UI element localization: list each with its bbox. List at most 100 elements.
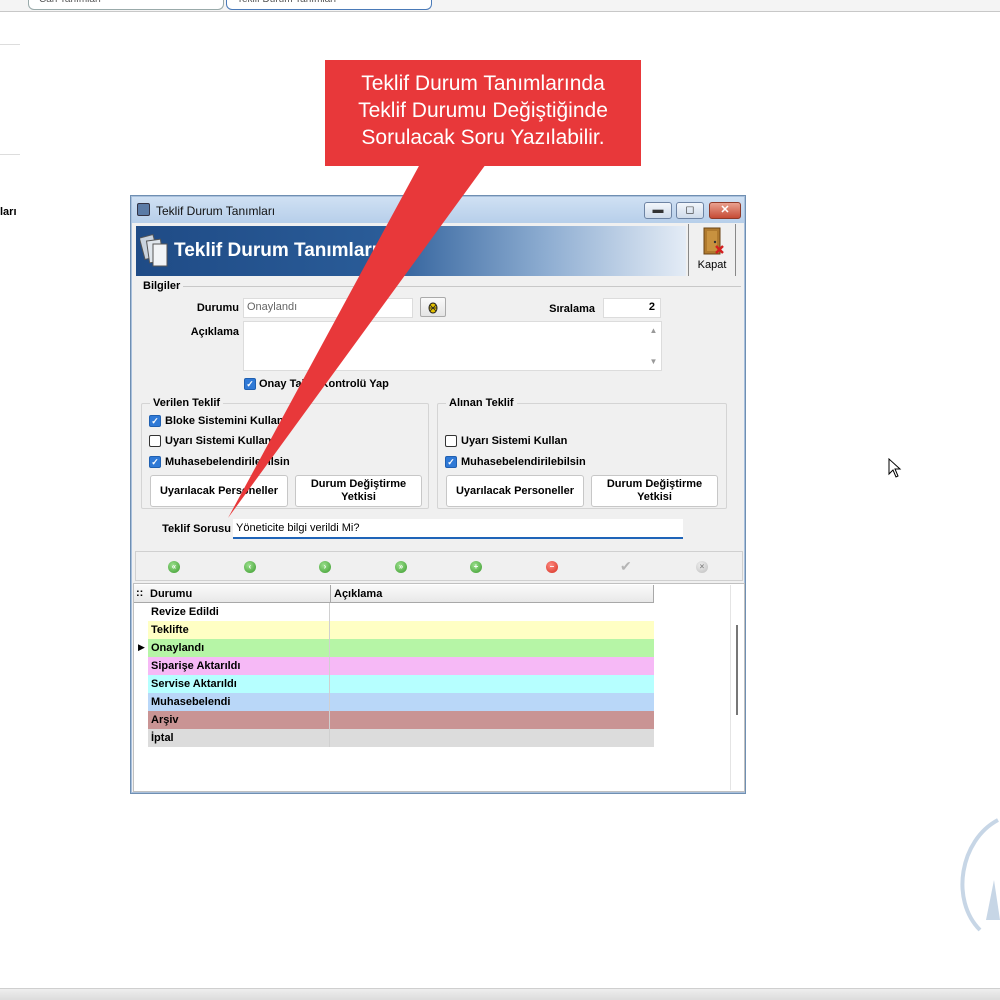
section-divider — [183, 286, 741, 287]
table-row[interactable]: Arşiv — [148, 711, 654, 729]
durumu-label: Durumu — [196, 302, 239, 314]
alinan-muhasebelendirilebilsin-checkbox[interactable]: ✓ — [445, 456, 457, 468]
post-record-icon[interactable]: ✔ — [620, 558, 632, 575]
cell-aciklama[interactable] — [330, 603, 654, 621]
table-row[interactable]: Siparişe Aktarıldı — [148, 657, 654, 675]
alinan-uyarilacak-personeller-button[interactable]: Uyarılacak Personeller — [446, 475, 584, 507]
alinan-durum-degistirme-yetkisi-button[interactable]: Durum Değiştirme Yetkisi — [591, 475, 718, 507]
button-label-line: Durum Değiştirme — [310, 478, 407, 490]
alinan-uyari-sistemi-label: Uyarı Sistemi Kullan — [461, 435, 568, 447]
bilgiler-section-title: Bilgiler — [143, 280, 181, 292]
bug-lookup-icon — [428, 302, 438, 314]
close-button[interactable]: ✕ — [709, 202, 741, 219]
minimize-button[interactable]: ▬ — [644, 202, 672, 219]
app-icon — [137, 203, 150, 216]
cell-aciklama[interactable] — [330, 639, 654, 657]
callout-line: Sorulacak Soru Yazılabilir. — [361, 126, 605, 149]
table-row[interactable]: Onaylandı — [148, 639, 654, 657]
alinan-muhasebelendirilebilsin-label: Muhasebelendirilebilsin — [461, 456, 586, 468]
delete-record-icon[interactable]: – — [546, 561, 558, 573]
cell-durumu[interactable]: Teklifte — [148, 621, 330, 639]
taskbar — [0, 988, 1000, 1000]
teklif-sorusu-label: Teklif Sorusu — [162, 523, 231, 535]
scroll-up-icon[interactable]: ▲ — [646, 326, 661, 335]
column-separator[interactable] — [653, 585, 654, 603]
current-row-indicator-icon: ▶ — [138, 642, 145, 652]
window-titlebar[interactable]: Teklif Durum Tanımları ▬ ◻ ✕ — [132, 197, 744, 223]
aciklama-label: Açıklama — [190, 326, 239, 338]
background-divider — [0, 154, 20, 155]
durum-grid: :: Durumu Açıklama Revize Edildi Teklifte… — [133, 583, 745, 792]
record-navigator: « ‹ › » + – ✔ × — [135, 551, 743, 581]
cell-durumu[interactable]: Servise Aktarıldı — [148, 675, 330, 693]
column-header-aciklama[interactable]: Açıklama — [334, 588, 382, 600]
table-row[interactable]: İptal — [148, 729, 654, 747]
document-stack-icon — [140, 233, 168, 267]
aciklama-memo[interactable]: ▲ ▼ — [243, 321, 662, 371]
lookup-button[interactable] — [420, 297, 446, 317]
durumu-field[interactable]: Onaylandı — [243, 298, 413, 318]
cell-durumu[interactable]: Muhasebelendi — [148, 693, 330, 711]
mouse-cursor-icon — [888, 458, 902, 478]
grid-indicator-header: :: — [136, 587, 144, 599]
grid-header: :: Durumu Açıklama — [134, 585, 654, 603]
verilen-teklif-group: Verilen Teklif ✓ Bloke Sistemini Kullan … — [141, 397, 429, 509]
callout-line: Teklif Durum Tanımlarında — [361, 72, 605, 95]
onay-takip-checkbox[interactable]: ✓ — [244, 378, 256, 390]
column-header-durumu[interactable]: Durumu — [150, 588, 192, 600]
column-separator[interactable] — [330, 585, 331, 603]
uyarilacak-personeller-button[interactable]: Uyarılacak Personeller — [150, 475, 288, 507]
cancel-record-icon[interactable]: × — [696, 561, 708, 573]
cell-aciklama[interactable] — [330, 711, 654, 729]
cell-durumu[interactable]: İptal — [148, 729, 330, 747]
background-tab-cari[interactable]: Cari Tanımları — [28, 0, 224, 10]
tooltip-callout: Teklif Durum Tanımlarında Teklif Durumu … — [325, 60, 641, 166]
table-row[interactable]: Servise Aktarıldı — [148, 675, 654, 693]
button-label-line: Yetkisi — [637, 491, 672, 503]
maximize-button[interactable]: ◻ — [676, 202, 704, 219]
durum-degistirme-yetkisi-button[interactable]: Durum Değiştirme Yetkisi — [295, 475, 422, 507]
memo-scrollbar[interactable]: ▲ ▼ — [646, 322, 661, 370]
insert-record-icon[interactable]: + — [470, 561, 482, 573]
cell-durumu[interactable]: Revize Edildi — [148, 603, 330, 621]
alinan-uyari-sistemi-checkbox[interactable] — [445, 435, 457, 447]
uyari-sistemi-label: Uyarı Sistemi Kullan — [165, 435, 272, 447]
bloke-sistemi-checkbox[interactable]: ✓ — [149, 415, 161, 427]
cell-aciklama[interactable] — [330, 693, 654, 711]
background-tab-teklif-durum[interactable]: Teklif Durum Tanımları — [226, 0, 432, 10]
siralama-field[interactable]: 2 — [603, 298, 661, 318]
table-row[interactable]: Teklifte — [148, 621, 654, 639]
cell-aciklama[interactable] — [330, 657, 654, 675]
verilen-teklif-title: Verilen Teklif — [150, 397, 224, 409]
last-record-icon[interactable]: » — [395, 561, 407, 573]
next-record-icon[interactable]: › — [319, 561, 331, 573]
scrollbar-thumb[interactable] — [736, 625, 738, 715]
muhasebelendirilebilsin-label: Muhasebelendirilebilsin — [165, 456, 290, 468]
button-label-line: Durum Değiştirme — [606, 478, 703, 490]
cell-durumu[interactable]: Siparişe Aktarıldı — [148, 657, 330, 675]
grid-scrollbar[interactable] — [730, 585, 744, 790]
cell-durumu[interactable]: Arşiv — [148, 711, 330, 729]
background-partial-label: ları — [0, 206, 17, 218]
onay-takip-label: Onay Takip Kontrolü Yap — [259, 378, 389, 390]
exit-door-icon — [703, 227, 724, 255]
table-row[interactable]: Revize Edildi — [148, 603, 654, 621]
kapat-button[interactable]: Kapat — [688, 224, 736, 276]
table-row[interactable]: Muhasebelendi — [148, 693, 654, 711]
alinan-teklif-title: Alınan Teklif — [446, 397, 517, 409]
button-label-line: Yetkisi — [341, 491, 376, 503]
kapat-label: Kapat — [697, 259, 727, 271]
form-header: Teklif Durum Tanımları — [136, 226, 686, 276]
first-record-icon[interactable]: « — [168, 561, 180, 573]
teklif-sorusu-input[interactable]: Yöneticite bilgi verildi Mi? — [233, 519, 683, 539]
cell-durumu[interactable]: Onaylandı — [148, 639, 330, 657]
uyari-sistemi-checkbox[interactable] — [149, 435, 161, 447]
alinan-teklif-group: Alınan Teklif Uyarı Sistemi Kullan ✓ Muh… — [437, 397, 727, 509]
prior-record-icon[interactable]: ‹ — [244, 561, 256, 573]
cell-aciklama[interactable] — [330, 621, 654, 639]
cell-aciklama[interactable] — [330, 729, 654, 747]
siralama-label: Sıralama — [549, 303, 595, 315]
muhasebelendirilebilsin-checkbox[interactable]: ✓ — [149, 456, 161, 468]
cell-aciklama[interactable] — [330, 675, 654, 693]
scroll-down-icon[interactable]: ▼ — [646, 357, 661, 366]
